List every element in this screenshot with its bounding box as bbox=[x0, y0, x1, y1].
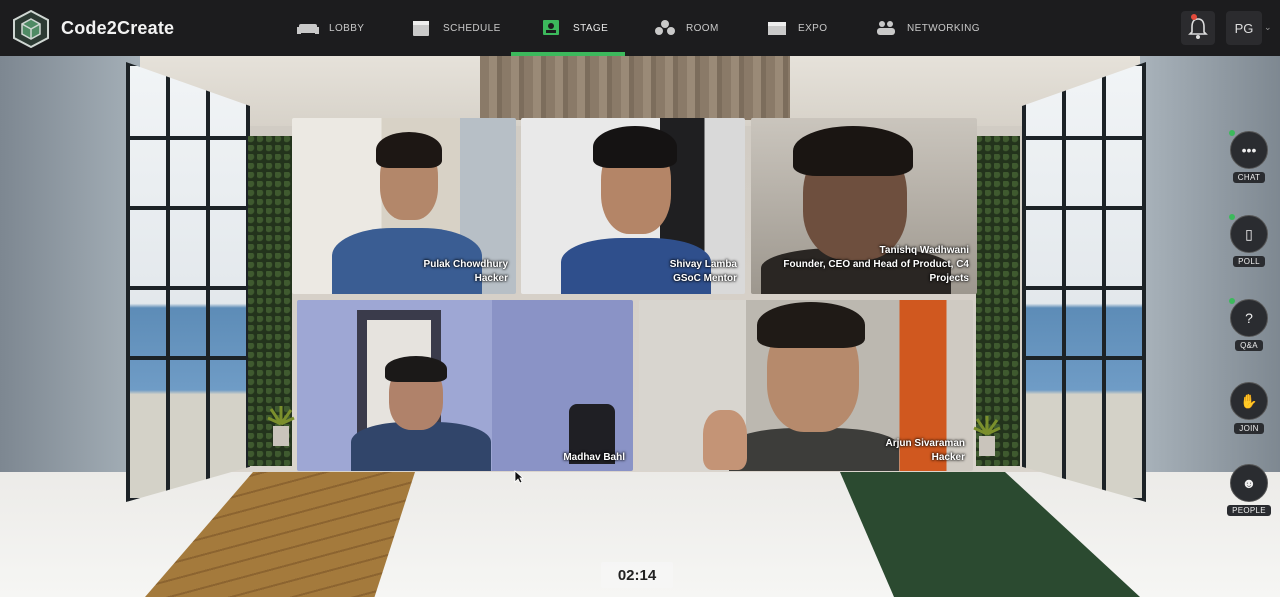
chevron-down-icon[interactable]: ⌄ bbox=[1264, 22, 1272, 33]
qa-button[interactable]: ? Q&A bbox=[1222, 298, 1276, 351]
speaker-name: Madhav Bahl bbox=[563, 452, 625, 463]
nav-expo[interactable]: EXPO bbox=[766, 0, 827, 56]
speaker-name: Shivay Lamba bbox=[669, 259, 737, 270]
code2create-logo-icon[interactable] bbox=[12, 10, 50, 48]
status-dot bbox=[1229, 298, 1235, 304]
nav-stage-label: STAGE bbox=[573, 22, 609, 34]
people-label: PEOPLE bbox=[1227, 505, 1271, 516]
stage-backdrop-wood bbox=[480, 56, 790, 120]
speaker-role: GSoC Mentor bbox=[673, 273, 737, 284]
brand-name: Code2Create bbox=[61, 18, 175, 38]
session-timer: 02:14 bbox=[601, 562, 673, 588]
nav-lobby[interactable]: LOBBY bbox=[297, 0, 364, 56]
speaker-role: Founder, CEO and Head of Product, C4 bbox=[783, 259, 969, 270]
nav-lobby-label: LOBBY bbox=[329, 22, 365, 34]
nav-stage[interactable]: STAGE bbox=[541, 0, 608, 56]
video-tile[interactable]: Tanishq Wadhwani Founder, CEO and Head o… bbox=[751, 118, 977, 294]
room-icon bbox=[655, 20, 675, 35]
nav-networking[interactable]: NETWORKING bbox=[875, 0, 980, 56]
video-tile[interactable]: Madhav Bahl bbox=[297, 300, 633, 471]
bar-chart-icon: ▯ bbox=[1229, 214, 1268, 253]
plant-pot-icon bbox=[973, 416, 1001, 456]
speaker-caption: Arjun Sivaraman Hacker bbox=[886, 437, 965, 465]
join-button[interactable]: ✋ JOIN bbox=[1222, 382, 1276, 434]
speaker-name: Tanishq Wadhwani bbox=[879, 245, 969, 256]
nav-room[interactable]: ROOM bbox=[654, 0, 719, 56]
speaker-caption: Madhav Bahl bbox=[563, 451, 625, 465]
stage-icon bbox=[543, 20, 559, 35]
sofa-icon bbox=[297, 24, 319, 34]
plant-pot-icon bbox=[267, 406, 295, 446]
bell-icon bbox=[1188, 18, 1208, 39]
nav-room-label: ROOM bbox=[686, 22, 719, 34]
left-window bbox=[126, 62, 250, 502]
right-window bbox=[1022, 62, 1146, 502]
poll-label: POLL bbox=[1233, 256, 1265, 267]
speaker-role: Projects bbox=[929, 273, 969, 284]
status-dot bbox=[1229, 130, 1235, 136]
raise-hand-icon: ✋ bbox=[1230, 382, 1268, 420]
speaker-name: Arjun Sivaraman bbox=[885, 438, 965, 449]
video-tile[interactable]: Pulak Chowdhury Hacker bbox=[292, 118, 516, 294]
nav-expo-label: EXPO bbox=[798, 22, 828, 34]
networking-icon bbox=[877, 21, 895, 35]
calendar-icon bbox=[413, 21, 429, 36]
join-label: JOIN bbox=[1234, 423, 1264, 434]
status-dot bbox=[1229, 214, 1235, 220]
speaker-name: Pulak Chowdhury bbox=[423, 259, 508, 270]
nav-networking-label: NETWORKING bbox=[907, 22, 980, 34]
notification-badge bbox=[1191, 14, 1197, 20]
question-bubble-icon: ? bbox=[1229, 298, 1268, 337]
chat-button[interactable]: ••• CHAT bbox=[1222, 130, 1276, 183]
notifications-button[interactable] bbox=[1181, 11, 1215, 45]
chat-icon: ••• bbox=[1229, 130, 1268, 169]
top-navigation-bar: Code2Create LOBBY SCHEDULE STAGE ROOM EX… bbox=[0, 0, 1280, 56]
speaker-caption: Tanishq Wadhwani Founder, CEO and Head o… bbox=[783, 244, 969, 286]
speaker-role: Hacker bbox=[474, 273, 508, 284]
nav-schedule-label: SCHEDULE bbox=[443, 22, 501, 34]
people-icon: ☻ bbox=[1230, 464, 1268, 502]
speaker-role: Hacker bbox=[931, 452, 965, 463]
user-avatar[interactable]: PG bbox=[1226, 11, 1262, 45]
chat-label: CHAT bbox=[1232, 172, 1266, 183]
speaker-caption: Shivay Lamba GSoC Mentor bbox=[670, 258, 737, 286]
video-tile[interactable]: Arjun Sivaraman Hacker bbox=[639, 300, 973, 471]
poll-button[interactable]: ▯ POLL bbox=[1222, 214, 1276, 267]
speaker-caption: Pulak Chowdhury Hacker bbox=[424, 258, 508, 286]
expo-icon bbox=[768, 22, 786, 35]
people-button[interactable]: ☻ PEOPLE bbox=[1222, 464, 1276, 516]
qa-label: Q&A bbox=[1235, 340, 1263, 351]
mouse-cursor-icon bbox=[514, 470, 524, 484]
nav-schedule[interactable]: SCHEDULE bbox=[411, 0, 501, 56]
video-tile[interactable]: Shivay Lamba GSoC Mentor bbox=[521, 118, 745, 294]
